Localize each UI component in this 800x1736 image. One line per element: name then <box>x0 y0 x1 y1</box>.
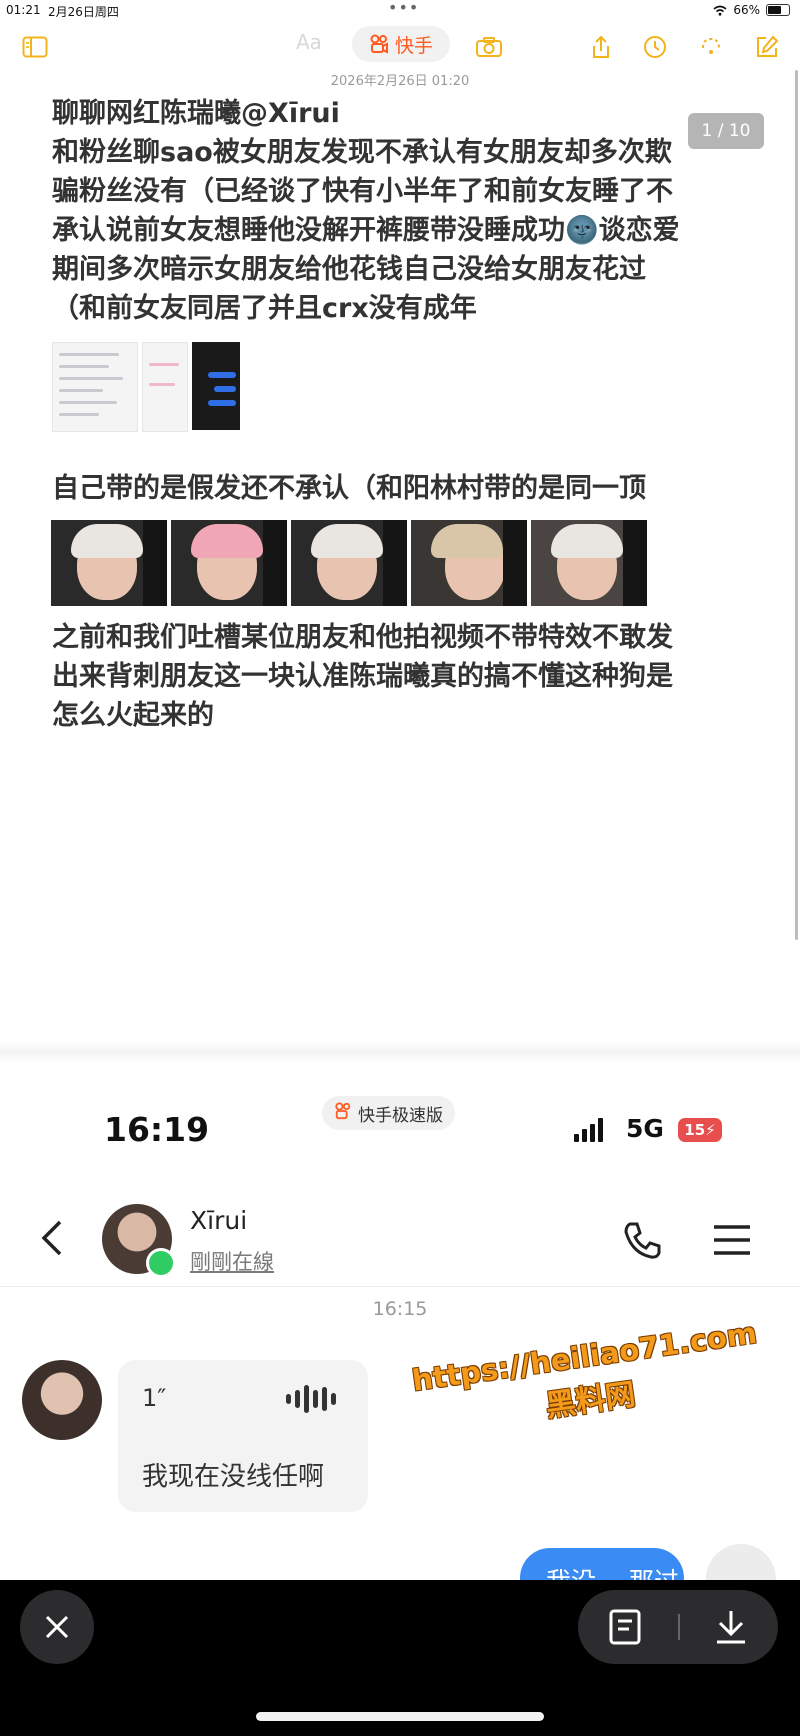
message-timestamp: 16:15 <box>372 1298 428 1320</box>
note-para3: 之前和我们吐槽某位朋友和他拍视频不带特效不敢发 出来背刺朋友这一块认准陈瑞曦真的… <box>52 618 752 735</box>
chat-header-divider <box>0 1286 800 1287</box>
selfie-thumbnails <box>51 520 647 606</box>
kuaishou-app-pill[interactable]: 快手 <box>352 26 450 62</box>
signal-icon <box>574 1118 603 1142</box>
compose-icon[interactable] <box>752 32 782 62</box>
note-body[interactable]: 聊聊网红陈瑞曦@Xīrui 和粉丝聊sao被女朋友发现不承认有女朋友却多次欺 骗… <box>52 94 752 328</box>
multitasking-dots[interactable]: ••• <box>388 0 419 17</box>
status-bar: 01:21 2月26日周四 ••• 66% <box>0 0 800 22</box>
sidebar-toggle-icon[interactable] <box>20 32 50 62</box>
note-para1-line: （和前女友同居了并且crx没有成年 <box>52 293 477 324</box>
phone-call-icon[interactable] <box>620 1218 664 1262</box>
online-status-dot <box>146 1248 176 1278</box>
note-para1-line: 骗粉丝没有（已经谈了快有小半年了和前女友睡了不 <box>52 176 673 207</box>
note-date: 2026年2月26日 01:20 <box>330 74 470 89</box>
selfie-thumbnail[interactable] <box>411 520 527 606</box>
status-time: 01:21 <box>6 3 41 17</box>
download-icon <box>717 1611 745 1644</box>
camera-icon[interactable] <box>474 32 504 62</box>
chat-screenshot-thumbnail[interactable] <box>52 342 138 432</box>
watermark: https://heiliao71.com 黑料网 <box>410 1316 765 1444</box>
close-icon <box>45 1615 69 1639</box>
note-title-line: 聊聊网红陈瑞曦@Xīrui <box>52 98 340 129</box>
share-icon[interactable] <box>586 32 616 62</box>
battery-icon <box>766 4 790 16</box>
page-indicator-badge: 1 / 10 <box>688 113 764 149</box>
status-date: 2月26日周四 <box>48 5 119 19</box>
chat-screenshot-thumbnail[interactable] <box>142 342 188 432</box>
document-button[interactable] <box>600 1604 650 1650</box>
kuaishou-speed-label: 快手极速版 <box>358 1105 443 1126</box>
voice-wave-icon[interactable] <box>286 1384 346 1414</box>
chat-screenshot-thumbnail[interactable] <box>192 342 240 430</box>
kuaishou-speed-pill: 快手极速版 <box>322 1096 455 1130</box>
note-para3-line: 之前和我们吐槽某位朋友和他拍视频不带特效不敢发 <box>52 622 673 653</box>
contact-status: 剛剛在線 <box>190 1250 274 1274</box>
scrollbar[interactable] <box>795 70 798 940</box>
selfie-thumbnail[interactable] <box>51 520 167 606</box>
note-para2: 自己带的是假发还不承认（和阳林村带的是同一顶 <box>52 473 646 504</box>
phone-status-time: 16:19 <box>104 1110 210 1149</box>
kuaishou-logo-icon <box>369 34 389 54</box>
phone-battery-level: 15 <box>684 1121 706 1139</box>
format-button[interactable]: Aa <box>296 30 322 54</box>
contact-name: Xīrui <box>190 1206 248 1235</box>
note-para1-line: 承认说前女友想睡他没解开裤腰带没睡成功🌚谈恋爱 <box>52 215 680 246</box>
home-indicator[interactable] <box>256 1712 544 1721</box>
close-button[interactable] <box>20 1590 94 1664</box>
screenshot-seam <box>0 1040 800 1064</box>
back-chevron-icon[interactable] <box>36 1218 70 1258</box>
history-icon[interactable] <box>640 32 670 62</box>
menu-icon[interactable] <box>712 1222 752 1258</box>
note-para1-line: 期间多次暗示女朋友给他花钱自己没给女朋友花过 <box>52 254 646 285</box>
phone-battery-icon: 15 ⚡ <box>678 1118 722 1142</box>
note-para3-line: 怎么火起来的 <box>52 700 214 731</box>
document-icon <box>609 1609 641 1645</box>
network-type: 5G <box>626 1114 664 1143</box>
sender-avatar[interactable] <box>22 1360 102 1440</box>
note-para1-line: 和粉丝聊sao被女朋友发现不承认有女朋友却多次欺 <box>52 137 672 168</box>
selfie-thumbnail[interactable] <box>291 520 407 606</box>
download-button[interactable] <box>706 1604 756 1650</box>
chat-screenshot-thumbnails <box>52 342 240 432</box>
actions-separator <box>678 1614 680 1640</box>
selfie-thumbnail[interactable] <box>171 520 287 606</box>
kuaishou-logo-icon <box>334 1101 352 1125</box>
battery-percent: 66% <box>733 3 760 17</box>
kuaishou-app-label: 快手 <box>394 34 433 57</box>
received-message-text: 我现在没线任啊 <box>142 1462 325 1492</box>
collaborate-icon[interactable] <box>696 32 726 62</box>
voice-duration: 1″ <box>142 1384 167 1412</box>
note-para3-line: 出来背刺朋友这一块认准陈瑞曦真的搞不懂这种狗是 <box>52 661 673 692</box>
wifi-icon <box>713 5 727 16</box>
selfie-thumbnail[interactable] <box>531 520 647 606</box>
